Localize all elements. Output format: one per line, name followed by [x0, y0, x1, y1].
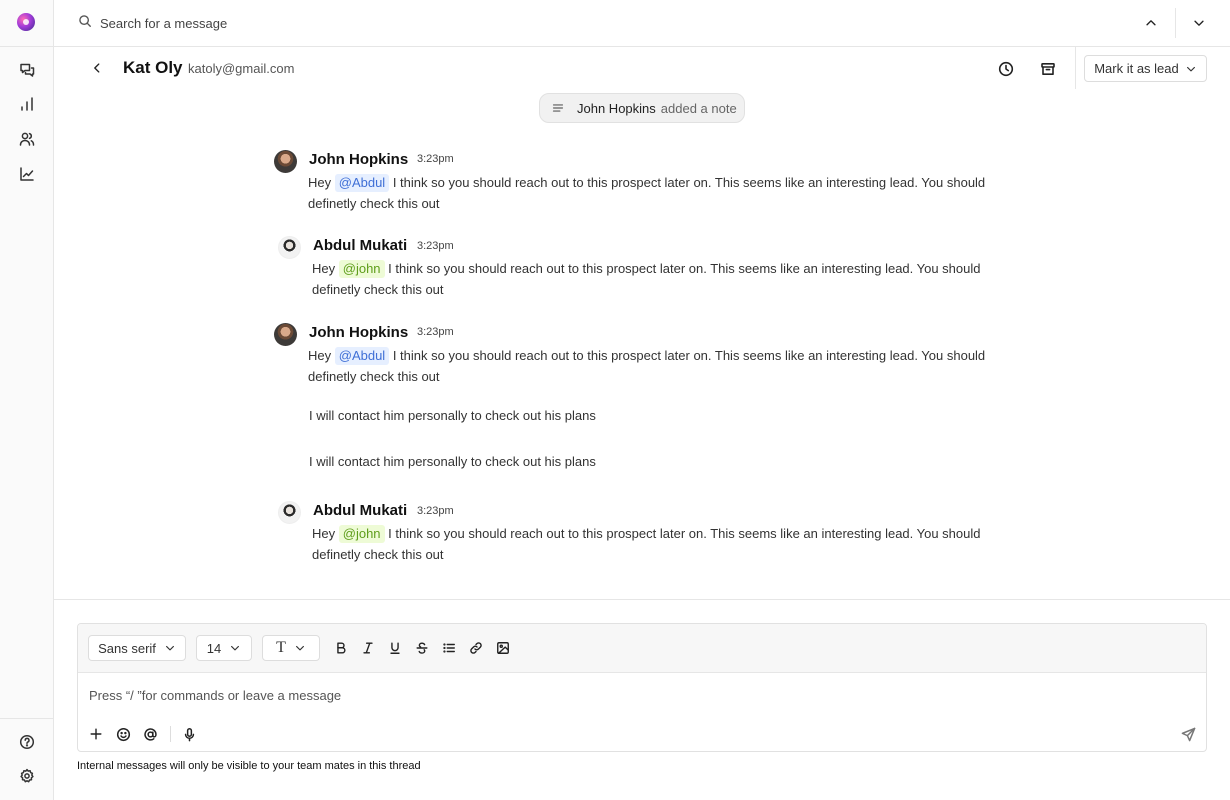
- line-chart-icon[interactable]: [17, 164, 37, 184]
- mention-tag[interactable]: @Abdul: [334, 174, 390, 192]
- bold-icon[interactable]: [332, 639, 350, 657]
- message-author: John Hopkins: [309, 324, 409, 341]
- back-arrow-icon[interactable]: [88, 59, 106, 77]
- message-body: Hey @john I think so you should reach ou…: [312, 523, 1022, 565]
- plus-icon[interactable]: [87, 725, 105, 743]
- image-icon[interactable]: [494, 639, 512, 657]
- note-event-pill[interactable]: John Hopkins added a note: [539, 93, 745, 123]
- message-body: Hey @john I think so you should reach ou…: [312, 258, 1022, 300]
- help-icon[interactable]: [17, 732, 37, 752]
- message-text: I think so you should reach out to this …: [312, 526, 981, 562]
- font-family-value: Sans serif: [98, 640, 156, 656]
- message-author: Abdul Mukati: [313, 502, 408, 519]
- microphone-icon[interactable]: [180, 725, 198, 743]
- message-time: 3:23pm: [417, 326, 454, 338]
- message-extra-line: I will contact him personally to check o…: [309, 454, 596, 469]
- message-greeting: Hey: [312, 261, 336, 276]
- internal-messages-note: Internal messages will only be visible t…: [77, 760, 421, 772]
- content-divider: [54, 599, 1230, 600]
- font-size-value: 14: [206, 640, 222, 656]
- search-input[interactable]: [100, 12, 1000, 34]
- message-text: I think so you should reach out to this …: [308, 348, 986, 384]
- clock-icon[interactable]: [996, 59, 1016, 79]
- chevron-down-icon: [231, 645, 240, 651]
- mention-tag[interactable]: @john: [338, 260, 385, 278]
- message-text: I think so you should reach out to this …: [312, 261, 981, 297]
- emoji-icon[interactable]: [114, 725, 132, 743]
- message-greeting: Hey: [308, 175, 332, 190]
- users-icon[interactable]: [17, 129, 37, 149]
- mention-tag[interactable]: @john: [338, 525, 385, 543]
- message-text: I think so you should reach out to this …: [308, 175, 986, 211]
- chevron-down-icon: [295, 645, 304, 651]
- font-family-select[interactable]: Sans serif: [88, 635, 186, 661]
- chevron-down-icon: [1186, 66, 1195, 71]
- message-author: John Hopkins: [309, 151, 409, 168]
- chat-bubbles-icon[interactable]: [17, 60, 37, 80]
- sidebar: [0, 0, 54, 800]
- mention-at-icon[interactable]: [141, 725, 159, 743]
- message-body: Hey @Abdul I think so you should reach o…: [308, 172, 1018, 214]
- bar-chart-icon[interactable]: [17, 94, 37, 114]
- avatar[interactable]: [278, 236, 301, 259]
- link-icon[interactable]: [467, 639, 485, 657]
- message-greeting: Hey: [308, 348, 332, 363]
- header-divider: [1075, 47, 1076, 89]
- italic-icon[interactable]: [359, 639, 377, 657]
- contact-email: katoly@gmail.com: [188, 61, 295, 76]
- mark-as-lead-button[interactable]: Mark it as lead: [1084, 55, 1207, 82]
- note-action: added a note: [660, 100, 737, 116]
- avatar[interactable]: [278, 501, 301, 524]
- contact-name: Kat Oly: [123, 58, 183, 77]
- mark-as-lead-label: Mark it as lead: [1094, 61, 1179, 76]
- settings-icon[interactable]: [17, 766, 37, 786]
- chevron-down-icon[interactable]: [1189, 13, 1209, 33]
- underline-icon[interactable]: [386, 639, 404, 657]
- search-icon: [78, 14, 94, 30]
- mention-tag[interactable]: @Abdul: [334, 347, 390, 365]
- text-style-select[interactable]: T: [262, 635, 320, 661]
- chevron-down-icon: [165, 645, 174, 651]
- message-author: Abdul Mukati: [313, 237, 408, 254]
- nav-divider: [1175, 8, 1176, 38]
- sidebar-divider: [0, 46, 54, 47]
- search-bar: [54, 0, 1230, 47]
- message-time: 3:23pm: [417, 240, 454, 252]
- avatar[interactable]: [274, 150, 297, 173]
- formatting-toolbar: Sans serif 14 T: [78, 624, 1206, 673]
- message-greeting: Hey: [312, 526, 336, 541]
- strikethrough-icon[interactable]: [413, 639, 431, 657]
- sidebar-divider: [0, 718, 54, 719]
- font-size-select[interactable]: 14: [196, 635, 252, 661]
- message-time: 3:23pm: [417, 505, 454, 517]
- chevron-up-icon[interactable]: [1141, 13, 1161, 33]
- text-style-value: T: [276, 639, 286, 656]
- message-time: 3:23pm: [417, 153, 454, 165]
- app-logo[interactable]: [17, 13, 35, 31]
- send-icon[interactable]: [1179, 725, 1197, 743]
- message-extra-line: I will contact him personally to check o…: [309, 408, 596, 423]
- note-lines-icon: [552, 104, 564, 112]
- conversation-header: Kat Oly katoly@gmail.com Mark it as lead: [54, 47, 1230, 91]
- message-input[interactable]: [89, 684, 1189, 706]
- list-icon[interactable]: [440, 639, 458, 657]
- note-author: John Hopkins: [577, 100, 656, 116]
- composer-divider: [170, 726, 171, 742]
- archive-icon[interactable]: [1038, 59, 1058, 79]
- avatar[interactable]: [274, 323, 297, 346]
- message-body: Hey @Abdul I think so you should reach o…: [308, 345, 1018, 387]
- message-composer: Sans serif 14 T: [77, 623, 1207, 752]
